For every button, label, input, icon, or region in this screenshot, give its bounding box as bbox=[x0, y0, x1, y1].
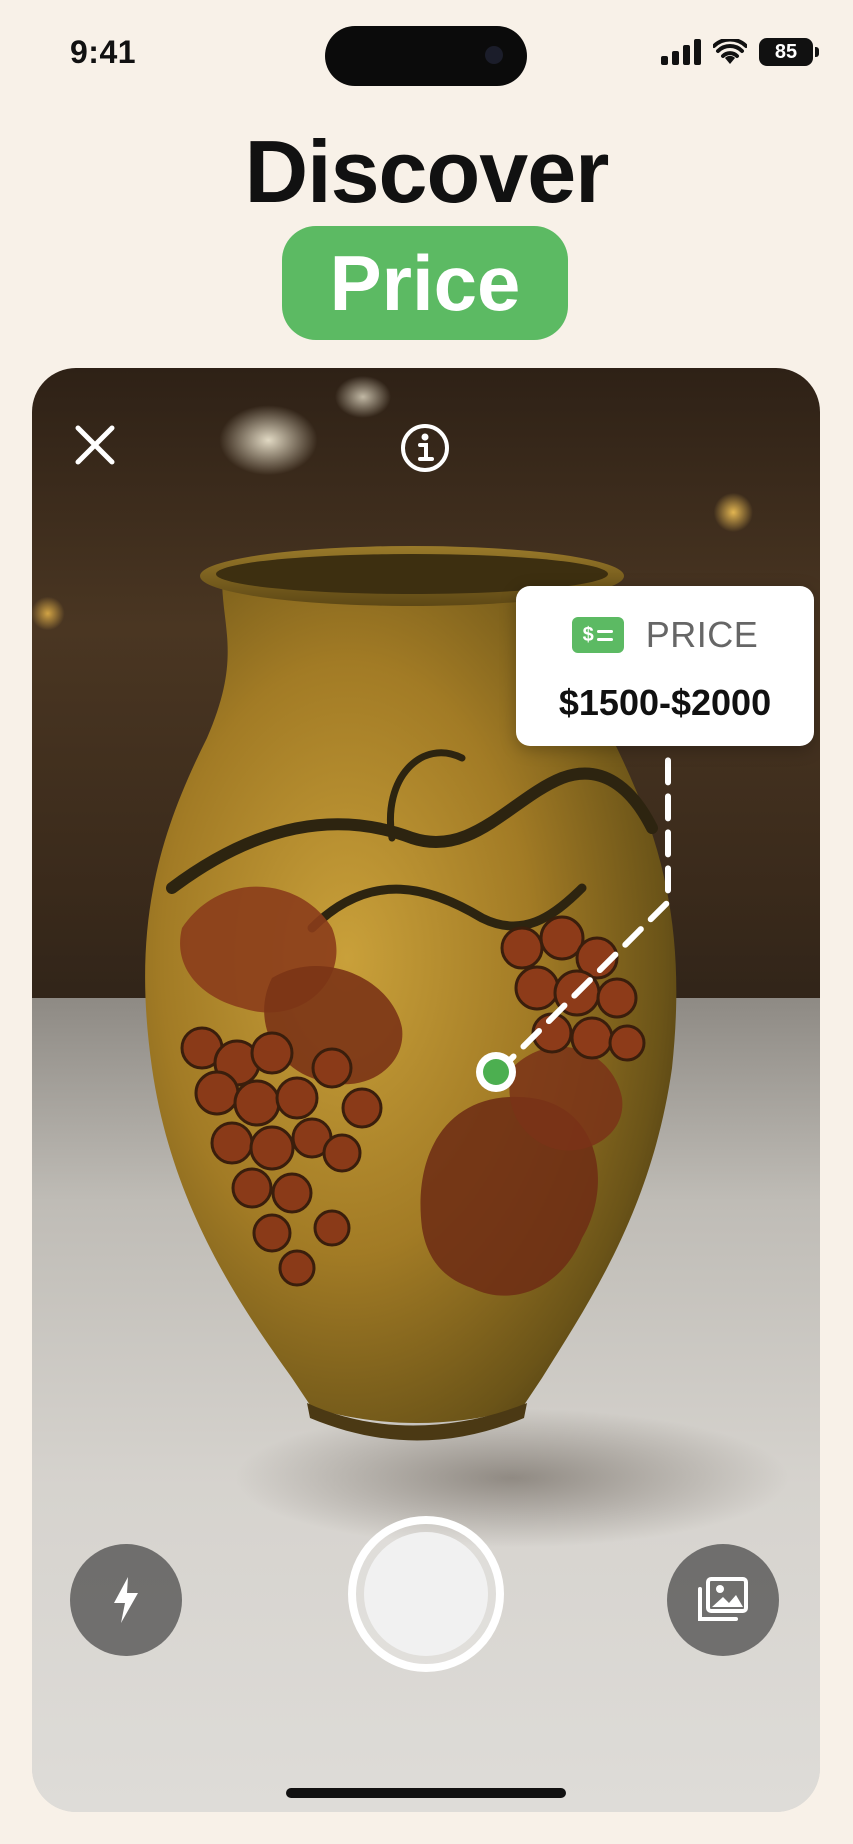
flash-icon bbox=[114, 1577, 138, 1623]
camera-viewfinder[interactable]: $ PRICE $1500-$2000 bbox=[32, 368, 820, 1812]
headline-highlight-pill: Price bbox=[282, 226, 568, 340]
status-time: 9:41 bbox=[70, 34, 137, 70]
price-tag-card[interactable]: $ PRICE $1500-$2000 bbox=[516, 586, 814, 746]
info-button[interactable] bbox=[399, 422, 451, 474]
headline-highlight-text: Price bbox=[329, 238, 521, 327]
close-icon bbox=[75, 425, 115, 465]
flash-button[interactable] bbox=[70, 1544, 182, 1656]
signal-icon bbox=[661, 39, 701, 65]
battery-icon: 85 bbox=[759, 38, 819, 66]
headline-title: Discover bbox=[244, 122, 610, 221]
price-tag-header: $ PRICE bbox=[516, 614, 814, 656]
info-icon bbox=[401, 424, 449, 472]
battery-level: 85 bbox=[774, 40, 798, 63]
price-tag-value: $1500-$2000 bbox=[558, 682, 772, 723]
wifi-icon bbox=[713, 39, 747, 64]
gallery-button[interactable] bbox=[667, 1544, 779, 1656]
home-indicator[interactable] bbox=[286, 1788, 566, 1798]
dynamic-island bbox=[325, 26, 527, 86]
close-button[interactable] bbox=[70, 420, 120, 470]
status-indicators: 85 bbox=[661, 38, 819, 66]
shutter-button[interactable] bbox=[348, 1516, 504, 1672]
gallery-icon bbox=[698, 1577, 748, 1621]
front-camera-icon bbox=[485, 46, 503, 64]
money-icon: $ bbox=[571, 617, 624, 653]
price-tag-label: PRICE bbox=[645, 614, 759, 655]
shutter-inner bbox=[364, 1532, 488, 1656]
